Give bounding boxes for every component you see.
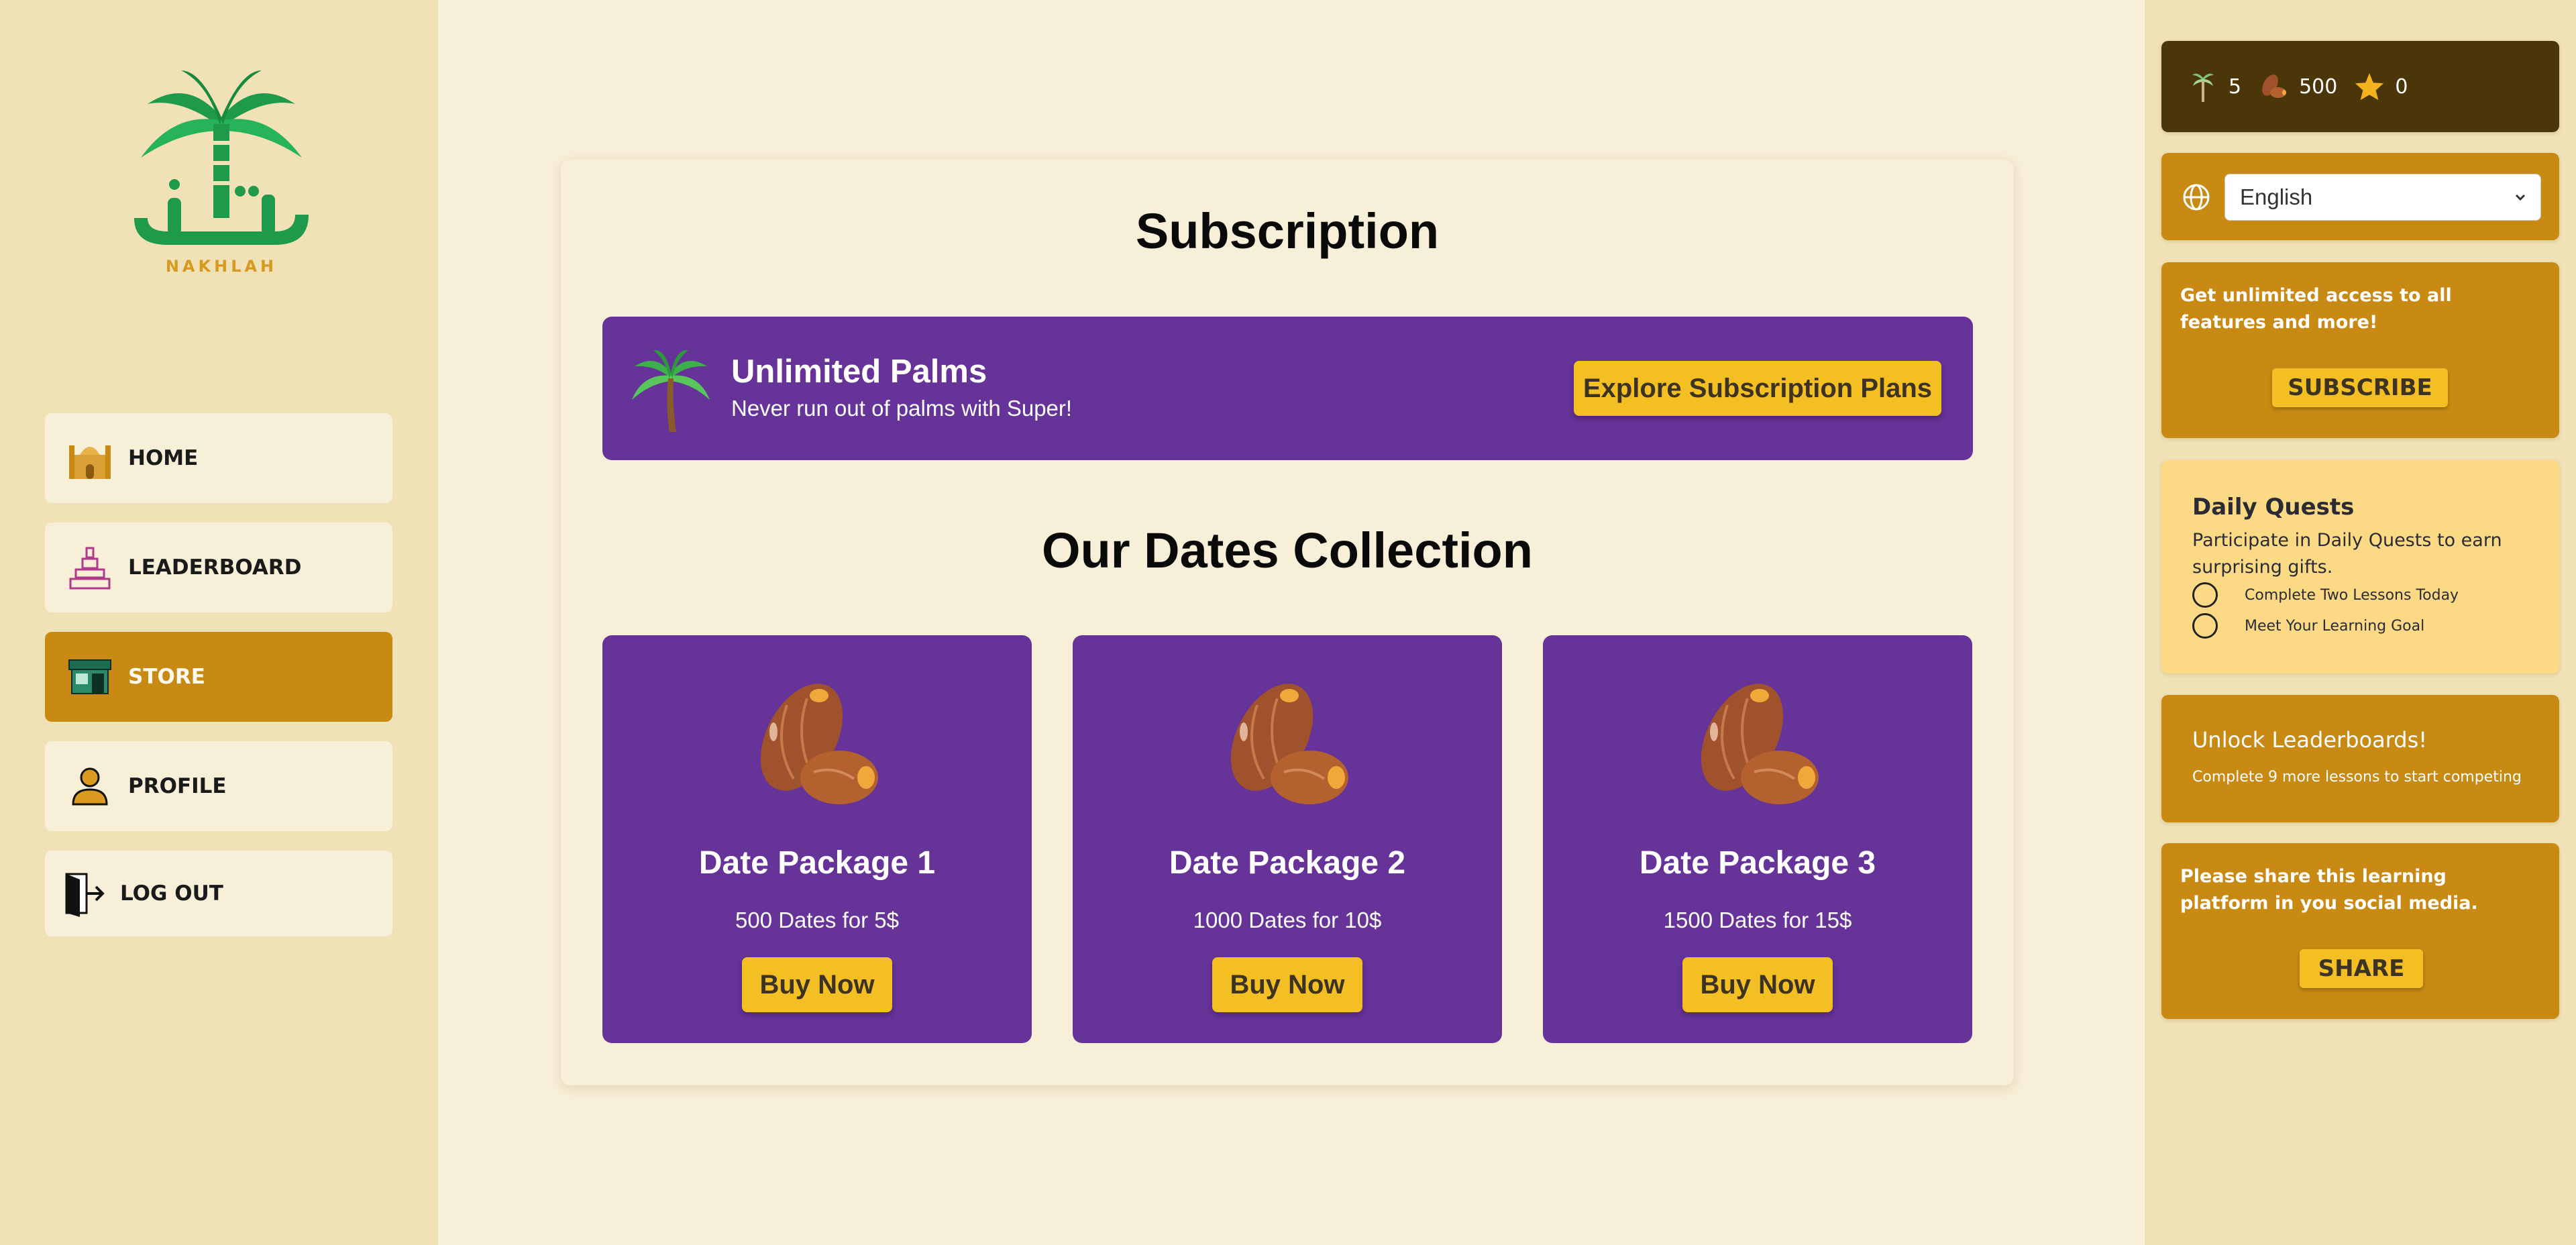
nav-label: STORE bbox=[128, 665, 205, 689]
package-price: 1000 Dates for 10$ bbox=[1193, 908, 1382, 932]
chevron-down-icon bbox=[2515, 194, 2526, 201]
store-panel: Subscription Unlimited Palms Never run o… bbox=[561, 160, 2014, 1085]
dates-icon bbox=[760, 684, 878, 804]
nakhlah-logo: NAKHLAH bbox=[127, 64, 315, 278]
language-select[interactable]: English bbox=[2224, 174, 2541, 221]
nav-item-store[interactable]: STORE bbox=[45, 632, 392, 722]
nav-label: LEADERBOARD bbox=[128, 555, 302, 580]
stars-count: 0 bbox=[2395, 74, 2408, 99]
palms-count: 5 bbox=[2229, 74, 2242, 99]
unlock-description: Complete 9 more lessons to start competi… bbox=[2192, 769, 2522, 786]
star-icon bbox=[2355, 70, 2384, 103]
language-selected: English bbox=[2240, 184, 2313, 209]
quest-item[interactable]: Meet Your Learning Goal bbox=[2192, 613, 2424, 639]
collection-title: Our Dates Collection bbox=[1042, 523, 1533, 578]
subscription-title: Subscription bbox=[1135, 203, 1440, 259]
quests-title: Daily Quests bbox=[2192, 494, 2355, 521]
subscribe-card: Get unlimited access to all features and… bbox=[2161, 262, 2559, 438]
package-name: Date Package 1 bbox=[698, 845, 936, 881]
palm-icon bbox=[2188, 70, 2218, 103]
tower-icon bbox=[66, 544, 113, 591]
subscribe-text: Get unlimited access to all features and… bbox=[2180, 285, 2452, 333]
buy-now-button[interactable]: Buy Now bbox=[742, 957, 892, 1012]
date-package-card: Date Package 3 1500 Dates for 15$ Buy No… bbox=[1543, 635, 1972, 1043]
mosque-icon bbox=[66, 435, 113, 482]
dates-count: 500 bbox=[2299, 74, 2338, 99]
logo-wordmark: NAKHLAH bbox=[165, 257, 278, 276]
user-icon bbox=[66, 763, 113, 810]
quest-label: Complete Two Lessons Today bbox=[2245, 586, 2459, 604]
nav-label: LOG OUT bbox=[120, 881, 223, 906]
share-card: Please share this learning platform in y… bbox=[2161, 843, 2559, 1019]
nav-label: PROFILE bbox=[128, 774, 227, 798]
banner-subtitle: Never run out of palms with Super! bbox=[731, 396, 1073, 421]
globe-icon bbox=[2183, 184, 2210, 211]
package-price: 1500 Dates for 15$ bbox=[1663, 908, 1852, 932]
nav-item-home[interactable]: HOME bbox=[45, 413, 392, 503]
dates-icon bbox=[2259, 70, 2288, 103]
language-card: English bbox=[2161, 153, 2559, 240]
quests-description: Participate in Daily Quests to earn surp… bbox=[2192, 530, 2502, 578]
share-text: Please share this learning platform in y… bbox=[2180, 866, 2478, 914]
date-package-card: Date Package 1 500 Dates for 5$ Buy Now bbox=[602, 635, 1032, 1043]
package-price: 500 Dates for 5$ bbox=[735, 908, 899, 932]
stats-bar: 5 500 0 bbox=[2161, 41, 2559, 132]
package-name: Date Package 3 bbox=[1639, 845, 1876, 881]
palm-logo-icon bbox=[134, 70, 309, 245]
daily-quests-card: Daily Quests Participate in Daily Quests… bbox=[2161, 460, 2559, 673]
nav-item-logout[interactable]: LOG OUT bbox=[45, 851, 392, 936]
quest-checkbox[interactable] bbox=[2192, 582, 2218, 608]
buy-now-button[interactable]: Buy Now bbox=[1212, 957, 1362, 1012]
dates-icon bbox=[1230, 684, 1348, 804]
buy-now-button[interactable]: Buy Now bbox=[1682, 957, 1833, 1012]
subscription-banner: Unlimited Palms Never run out of palms w… bbox=[602, 317, 1973, 460]
package-name: Date Package 2 bbox=[1169, 845, 1406, 881]
right-sidebar: 5 500 0 English Get unlimited access to … bbox=[2145, 0, 2576, 1245]
logout-icon bbox=[62, 870, 107, 917]
shop-icon bbox=[66, 653, 113, 700]
banner-title: Unlimited Palms bbox=[731, 354, 987, 390]
share-button[interactable]: SHARE bbox=[2300, 949, 2423, 988]
nav-label: HOME bbox=[128, 446, 199, 470]
palm-tree-icon bbox=[632, 349, 710, 432]
subscribe-button[interactable]: SUBSCRIBE bbox=[2272, 368, 2448, 407]
quest-checkbox[interactable] bbox=[2192, 613, 2218, 639]
explore-subscription-button[interactable]: Explore Subscription Plans bbox=[1574, 361, 1941, 416]
nav-item-profile[interactable]: PROFILE bbox=[45, 741, 392, 831]
quest-item[interactable]: Complete Two Lessons Today bbox=[2192, 582, 2459, 608]
nav-item-leaderboard[interactable]: LEADERBOARD bbox=[45, 523, 392, 612]
unlock-title: Unlock Leaderboards! bbox=[2192, 727, 2428, 753]
quest-label: Meet Your Learning Goal bbox=[2245, 617, 2425, 635]
date-package-card: Date Package 2 1000 Dates for 10$ Buy No… bbox=[1073, 635, 1502, 1043]
left-sidebar: NAKHLAH HOME LEADERBOARD STORE PROFILE L… bbox=[0, 0, 438, 1245]
dates-icon bbox=[1701, 684, 1819, 804]
unlock-leaderboards-card: Unlock Leaderboards! Complete 9 more les… bbox=[2161, 695, 2559, 822]
